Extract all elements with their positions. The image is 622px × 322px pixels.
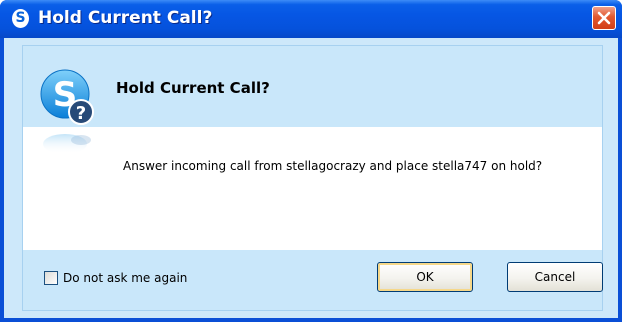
cancel-button[interactable]: Cancel (507, 262, 603, 292)
dialog-message: Answer incoming call from stellagocrazy … (123, 159, 543, 173)
do-not-ask-label[interactable]: Do not ask me again (63, 270, 187, 286)
dialog-client-area: S ? Hold Current Call? Answer incoming c… (4, 38, 618, 318)
skype-question-icon: S ? (40, 69, 94, 154)
dialog-heading: Hold Current Call? (116, 79, 270, 97)
window-title: Hold Current Call? (38, 8, 213, 28)
dialog-window: S Hold Current Call? S ? Hold Current Ca… (0, 0, 622, 322)
message-band (23, 127, 602, 250)
title-bar[interactable]: S Hold Current Call? (0, 0, 622, 38)
header-band (23, 46, 602, 127)
close-icon (597, 11, 611, 25)
svg-text:?: ? (76, 103, 86, 124)
close-button[interactable] (592, 6, 616, 30)
skype-logo-icon: S (12, 9, 29, 28)
dialog-panel: S ? Hold Current Call? Answer incoming c… (22, 45, 603, 311)
do-not-ask-checkbox[interactable] (44, 271, 58, 285)
ok-button[interactable]: OK (377, 262, 473, 292)
